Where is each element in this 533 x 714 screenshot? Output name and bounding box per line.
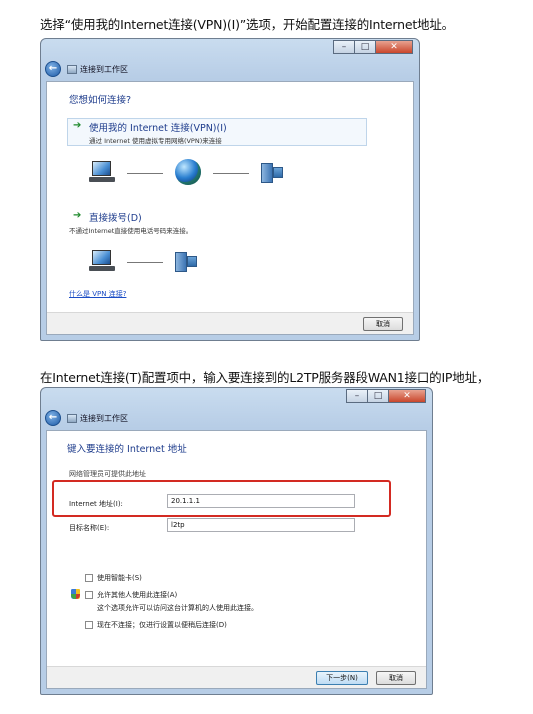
back-arrow-icon[interactable]: ← [45,410,61,426]
wizard-content: 键入要连接的 Internet 地址 网络管理员可提供此地址 Internet … [46,430,427,689]
connect-workplace-window-2: – □ ✕ ← 连接到工作区 键入要连接的 Internet 地址 网络管理员可… [40,387,433,695]
dont-connect-checkbox[interactable] [85,621,93,629]
wizard-content: 您想如何连接? ➔ 使用我的 Internet 连接(VPN)(I) 通过 In… [46,81,414,335]
close-button[interactable]: ✕ [388,389,426,403]
caption-second: 在Internet连接(T)配置项中，输入要连接到的L2TP服务器段WAN1接口… [40,370,490,385]
next-button[interactable]: 下一步(N) [316,671,368,685]
window-controls: – □ ✕ [333,40,413,54]
green-arrow-icon: ➔ [73,210,82,221]
allow-others-checkbox[interactable] [85,591,93,599]
wizard-footer: 取消 [47,312,413,334]
computer-icon [89,250,115,272]
connection-line [127,262,163,263]
nav-bar: ← 连接到工作区 [45,58,415,80]
wizard-footer: 下一步(N) 取消 [47,666,426,688]
option-dialup-title[interactable]: 直接拨号(D) [89,210,142,224]
connect-workplace-window-1: – □ ✕ ← 连接到工作区 您想如何连接? ➔ 使用我的 Internet 连… [40,38,420,341]
globe-icon [175,159,201,185]
red-highlight-box [52,480,391,517]
computer-icon [89,161,115,183]
network-icon [67,413,77,423]
back-arrow-icon[interactable]: ← [45,61,61,77]
close-button[interactable]: ✕ [375,40,413,54]
connection-line [213,173,249,174]
minimize-button[interactable]: – [346,389,368,403]
smart-card-label: 使用智能卡(S) [97,574,142,582]
smart-card-checkbox[interactable] [85,574,93,582]
maximize-button[interactable]: □ [367,389,389,403]
option-dialup-description: 不通过Internet直接使用电话号码来连接。 [69,227,193,235]
maximize-button[interactable]: □ [354,40,376,54]
option-vpn-description: 通过 Internet 使用虚拟专用网络(VPN)来连接 [89,137,222,145]
window-controls: – □ ✕ [346,389,426,403]
dont-connect-label: 现在不连接；仅进行设置以便稍后连接(D) [97,621,227,629]
caption-first: 选择“使用我的Internet连接(VPN)(I)”选项，开始配置连接的Inte… [40,17,454,32]
server-icon [175,250,199,272]
cancel-button[interactable]: 取消 [363,317,403,331]
cancel-button[interactable]: 取消 [376,671,416,685]
destination-name-input[interactable]: l2tp [167,518,355,532]
allow-others-note: 这个选项允许可以访问这台计算机的人使用此连接。 [97,604,258,612]
allow-others-label: 允许其他人使用此连接(A) [97,591,178,599]
page-heading: 您想如何连接? [69,95,132,106]
connection-line [127,173,163,174]
network-icon [67,64,77,74]
server-icon [261,161,285,183]
destination-label: 目标名称(E): [69,524,110,532]
hint-text: 网络管理员可提供此地址 [69,470,146,478]
option-vpn-title[interactable]: 使用我的 Internet 连接(VPN)(I) [89,120,227,134]
green-arrow-icon: ➔ [73,120,82,131]
uac-shield-icon [71,589,80,599]
minimize-button[interactable]: – [333,40,355,54]
page-heading: 键入要连接的 Internet 地址 [67,444,187,455]
window-title: 连接到工作区 [80,64,128,74]
window-title: 连接到工作区 [80,413,128,423]
help-link-vpn[interactable]: 什么是 VPN 连接? [69,289,126,299]
nav-bar: ← 连接到工作区 [45,407,428,429]
